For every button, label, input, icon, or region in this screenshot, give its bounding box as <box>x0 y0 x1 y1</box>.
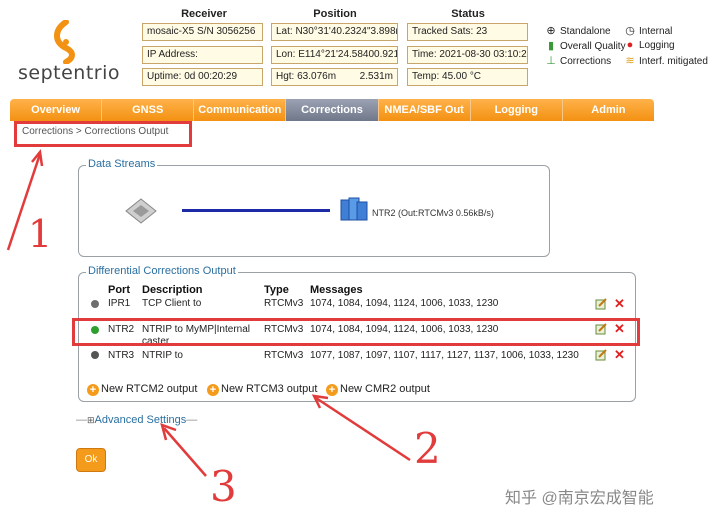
legend-standalone: ⊕ Standalone <box>546 25 611 37</box>
new-rtcm3-output-button[interactable]: + New RTCM3 output <box>207 383 317 396</box>
receiver-module-icon <box>125 198 157 224</box>
position-hgt-box: Hgt: 63.076m 2.531m <box>271 68 398 86</box>
advanced-settings-label: Advanced Settings <box>94 414 187 426</box>
row-description: NTRIP to <box>142 350 183 361</box>
delete-icon[interactable]: ✕ <box>614 348 625 361</box>
receiver-title: Receiver <box>181 8 227 20</box>
waves-icon: ≋ <box>625 55 635 67</box>
annotation-number-3: 3 <box>210 462 237 511</box>
col-header-port: Port <box>108 284 130 296</box>
annotation-box-breadcrumb <box>14 121 192 147</box>
legend-overall-quality: ▮ Overall Quality <box>545 39 626 52</box>
stream-line <box>182 209 330 212</box>
row-messages: 1074, 1084, 1094, 1124, 1006, 1033, 1230 <box>310 298 499 309</box>
stream-label: NTR2 (Out:RTCMv3 0.56kB/s) <box>372 208 494 218</box>
col-header-type: Type <box>264 284 289 296</box>
clock-icon: ◷ <box>625 25 635 37</box>
ok-button[interactable]: Ok <box>76 448 106 472</box>
status-tracked-sats: Tracked Sats: 23 <box>407 23 528 41</box>
plus-icon: + <box>87 384 99 396</box>
position-title: Position <box>313 8 357 20</box>
septentrio-logo-icon <box>54 20 75 64</box>
tab-overview[interactable]: Overview <box>10 99 103 121</box>
tab-communication[interactable]: Communication <box>194 99 287 121</box>
diff-output-title: Differential Corrections Output <box>86 265 238 277</box>
delete-icon[interactable]: ✕ <box>614 297 625 310</box>
col-header-description: Description <box>142 284 203 296</box>
tab-logging[interactable]: Logging <box>471 99 563 121</box>
row-type: RTCMv3 <box>264 298 304 309</box>
annotation-box-ntr2-row <box>72 318 640 346</box>
annotation-number-1: 1 <box>28 212 53 256</box>
watermark: 知乎 @南京宏成智能 <box>505 490 654 507</box>
crosshair-icon: ⊕ <box>546 25 556 37</box>
plus-icon: + <box>207 384 219 396</box>
data-streams-title: Data Streams <box>86 158 158 170</box>
legend-internal: ◷ Internal <box>625 25 673 37</box>
antenna-icon: ⊥ <box>546 55 556 67</box>
col-header-messages: Messages <box>310 284 363 296</box>
status-time: Time: 2021-08-30 03:10:22 <box>407 46 528 64</box>
annotation-number-2: 2 <box>414 424 441 473</box>
legend-interf: ≋ Interf. mitigated <box>625 55 708 67</box>
row-description: TCP Client to <box>142 298 202 309</box>
edit-icon[interactable] <box>595 349 607 361</box>
new-cmr2-output-button[interactable]: + New CMR2 output <box>326 383 430 396</box>
row-type: RTCMv3 <box>264 350 304 361</box>
main-nav: Overview GNSS Communication Corrections … <box>10 99 654 121</box>
plus-icon: + <box>326 384 338 396</box>
receiver-uptime: Uptime: 0d 00:20:29 <box>142 68 263 86</box>
legend-corrections: ⊥ Corrections <box>546 55 612 67</box>
edit-icon[interactable] <box>595 298 607 310</box>
row-port: NTR3 <box>108 350 135 361</box>
status-temp: Temp: 45.00 °C <box>407 68 528 86</box>
status-title: Status <box>451 8 485 20</box>
tab-admin[interactable]: Admin <box>563 99 654 121</box>
legend-logging: ● Logging <box>624 39 675 51</box>
expand-icon: ⊞ <box>87 415 95 425</box>
tab-corrections[interactable]: Corrections <box>286 99 379 121</box>
advanced-settings-toggle[interactable]: —⊞Advanced Settings— <box>76 414 197 426</box>
receiver-ip: IP Address: <box>142 46 263 64</box>
status-dot <box>91 351 99 359</box>
position-lon: Lon: E114°21'24.58400.921m <box>271 46 398 64</box>
position-hgt: Hgt: 63.076m <box>276 71 337 82</box>
signal-bars-icon: ▮ <box>547 40 555 52</box>
receiver-model: mosaic-X5 S/N 3056256 <box>142 23 263 41</box>
position-lat: Lat: N30°31'40.2324"3.898m <box>271 23 398 41</box>
tab-nmea-sbf-out[interactable]: NMEA/SBF Out <box>379 99 471 121</box>
row-port: IPR1 <box>108 298 131 309</box>
row-messages: 1077, 1087, 1097, 1107, 1117, 1127, 1137… <box>310 350 579 361</box>
server-icon <box>340 197 368 221</box>
record-dot-icon: ● <box>626 39 634 51</box>
tab-gnss[interactable]: GNSS <box>102 99 195 121</box>
position-hgt-accuracy: 2.531m <box>359 71 393 82</box>
brand-name: septentrio <box>18 62 120 84</box>
new-rtcm2-output-button[interactable]: + New RTCM2 output <box>87 383 197 396</box>
status-dot <box>91 300 99 308</box>
